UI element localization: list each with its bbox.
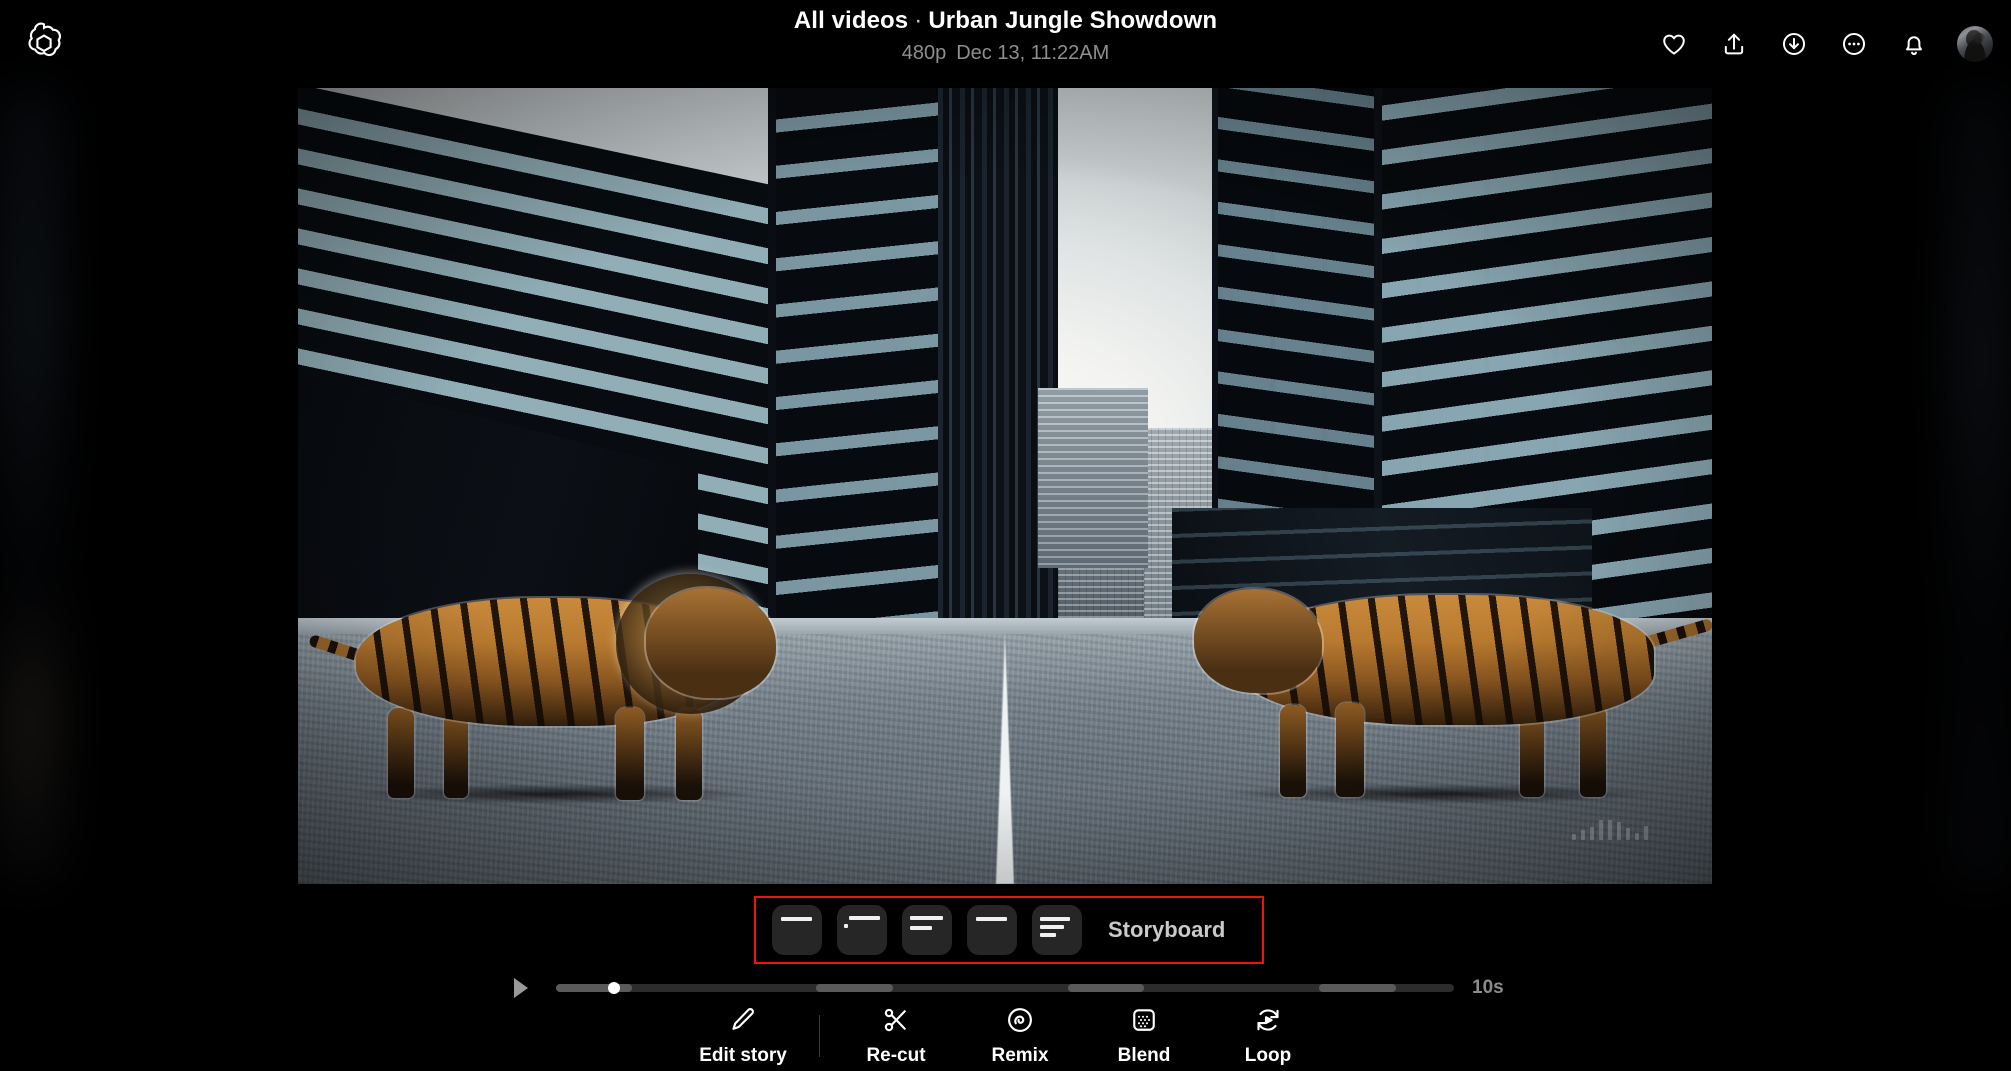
tiger-left <box>308 558 816 804</box>
building-left-distant <box>1038 388 1148 568</box>
timeline-segment <box>816 984 893 992</box>
blend-label: Blend <box>1117 1045 1171 1066</box>
timeline-segment <box>1319 984 1396 992</box>
loop-label: Loop <box>1244 1045 1292 1066</box>
sora-watermark-icon <box>1572 820 1648 840</box>
video-resolution: 480p <box>901 42 947 64</box>
remix-label: Remix <box>991 1045 1049 1066</box>
avatar[interactable] <box>1957 26 1993 62</box>
timeline-segment <box>1067 984 1145 992</box>
play-icon[interactable] <box>508 974 534 1002</box>
video-title: Urban Jungle Showdown <box>928 7 1218 34</box>
top-header-bar: All videos · Urban Jungle Showdown 480p Dec… <box>0 0 2011 88</box>
pencil-icon <box>728 1004 758 1036</box>
breadcrumb-separator: · <box>914 7 923 34</box>
app-root: All videos · Urban Jungle Showdown 480p Dec… <box>0 0 2011 1071</box>
tiger-right <box>1134 553 1712 804</box>
re-cut-label: Re-cut <box>866 1045 926 1066</box>
blend-icon <box>1129 1004 1159 1036</box>
loop-icon <box>1253 1004 1283 1036</box>
timeline-track[interactable] <box>556 982 1454 994</box>
storyboard-strip: Storyboard <box>756 898 1262 962</box>
ambient-glow-right <box>1951 88 2011 884</box>
video-timestamp: Dec 13, 11:22AM <box>956 42 1110 64</box>
download-circle-icon[interactable] <box>1777 27 1811 61</box>
blend-button[interactable]: Blend <box>1082 1004 1206 1067</box>
storyboard-label: Storyboard <box>1108 917 1226 942</box>
timeline-playhead[interactable] <box>608 982 621 994</box>
storyboard-card-3[interactable] <box>902 905 952 955</box>
more-options-icon[interactable] <box>1837 27 1871 61</box>
re-cut-button[interactable]: Re-cut <box>834 1004 958 1067</box>
loop-button[interactable]: Loop <box>1206 1004 1330 1067</box>
breadcrumb-all-videos[interactable]: All videos <box>794 7 908 34</box>
storyboard-card-2[interactable] <box>837 905 887 955</box>
storyboard-card-4[interactable] <box>967 905 1017 955</box>
scissors-icon <box>881 1004 911 1036</box>
edit-story-button[interactable]: Edit story <box>681 1004 805 1067</box>
storyboard-highlight-box: Storyboard <box>754 896 1264 964</box>
storyboard-card-5[interactable] <box>1032 905 1082 955</box>
bell-icon[interactable] <box>1897 27 1931 61</box>
bottom-action-toolbar: Edit story Re-cut Remix Blend Loop <box>0 1000 2011 1071</box>
building-left-ribs <box>938 88 1058 678</box>
header-actions <box>1657 16 1993 72</box>
ambient-glow-left <box>0 88 60 884</box>
storyboard-card-1[interactable] <box>772 905 822 955</box>
remix-button[interactable]: Remix <box>958 1004 1082 1067</box>
share-upload-icon[interactable] <box>1717 27 1751 61</box>
heart-icon[interactable] <box>1657 27 1691 61</box>
timeline-segment <box>556 984 633 992</box>
road-center-line <box>996 634 1014 884</box>
video-player-frame[interactable] <box>298 88 1712 884</box>
edit-story-label: Edit story <box>699 1045 787 1066</box>
spiral-icon <box>1005 1004 1035 1036</box>
video-duration-label: 10s <box>1472 977 1504 998</box>
toolbar-divider <box>819 1014 820 1057</box>
